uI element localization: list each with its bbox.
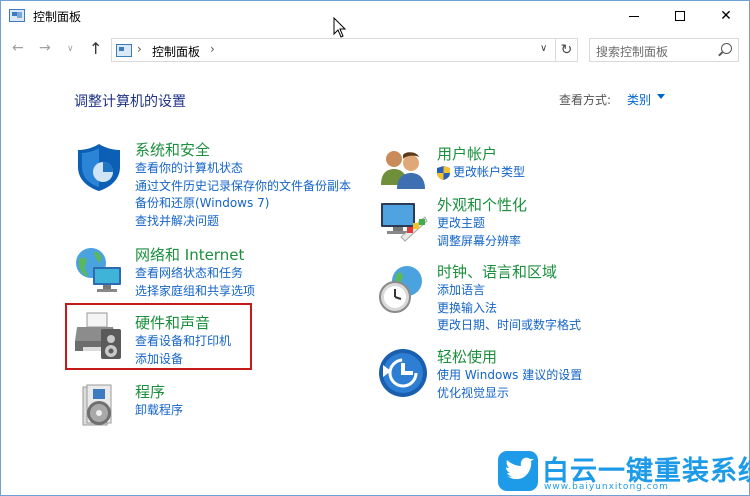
maximize-button[interactable] bbox=[657, 1, 703, 31]
link-item[interactable]: 添加语言 bbox=[437, 282, 581, 300]
title-bar: 控制面板 ✕ bbox=[1, 1, 749, 31]
category-clock-region: 时钟、语言和区域 添加语言 更换输入法 更改日期、时间或数字格式 bbox=[437, 262, 581, 335]
category-appearance: 外观和个性化 更改主题 调整屏幕分辨率 bbox=[437, 195, 527, 250]
breadcrumb-separator-icon[interactable]: › bbox=[137, 42, 142, 56]
monitor-palette-icon[interactable] bbox=[377, 197, 429, 249]
category-title[interactable]: 系统和安全 bbox=[135, 140, 351, 160]
breadcrumb-control-panel[interactable]: 控制面板 bbox=[152, 43, 200, 60]
link-item[interactable]: 备份和还原(Windows 7) bbox=[135, 195, 351, 213]
link-item[interactable]: 更换输入法 bbox=[437, 300, 581, 318]
link-item[interactable]: 更改日期、时间或数字格式 bbox=[437, 317, 581, 335]
breadcrumb-separator-icon[interactable]: › bbox=[210, 42, 215, 56]
navigation-bar: ← → ∨ ↑ › 控制面板 › ∨ ↻ 搜索控制面板 bbox=[1, 35, 749, 65]
watermark: 白云一键重装系统 www.baiyunxitong.com bbox=[498, 449, 750, 496]
link-item[interactable]: 查看网络状态和任务 bbox=[135, 265, 255, 283]
close-icon: ✕ bbox=[720, 8, 732, 24]
category-network-internet: 网络和 Internet 查看网络状态和任务 选择家庭组和共享选项 bbox=[135, 245, 255, 300]
category-title[interactable]: 轻松使用 bbox=[437, 347, 582, 367]
link-text[interactable]: 更改帐户类型 bbox=[453, 165, 525, 179]
shield-icon[interactable] bbox=[73, 141, 125, 193]
category-title[interactable]: 网络和 Internet bbox=[135, 245, 255, 265]
back-arrow-icon[interactable]: ← bbox=[12, 40, 24, 56]
category-title[interactable]: 外观和个性化 bbox=[437, 195, 527, 215]
chevron-down-icon[interactable] bbox=[657, 94, 665, 99]
up-arrow-icon[interactable]: ↑ bbox=[89, 39, 102, 58]
link-item[interactable]: 查找并解决问题 bbox=[135, 213, 351, 231]
mouse-cursor-icon bbox=[333, 17, 347, 38]
network-globe-icon[interactable] bbox=[73, 245, 125, 297]
watermark-url: www.baiyunxitong.com bbox=[544, 482, 669, 492]
window-title: 控制面板 bbox=[33, 10, 82, 24]
page-title: 调整计算机的设置 bbox=[74, 94, 186, 110]
clock-globe-icon[interactable] bbox=[377, 263, 429, 315]
link-item[interactable]: 调整屏幕分辨率 bbox=[437, 233, 527, 251]
bird-logo-icon bbox=[498, 451, 538, 491]
recent-locations-icon[interactable]: ∨ bbox=[67, 44, 74, 54]
search-icon[interactable] bbox=[721, 43, 732, 54]
view-by-dropdown[interactable]: 类别 bbox=[627, 91, 651, 108]
link-item[interactable]: 优化视觉显示 bbox=[437, 385, 582, 403]
category-user-accounts: 用户帐户 更改帐户类型 bbox=[437, 144, 525, 182]
link-item[interactable]: 更改帐户类型 bbox=[437, 164, 525, 182]
view-by-label: 查看方式: bbox=[559, 93, 612, 107]
minimize-button[interactable] bbox=[611, 1, 657, 31]
control-panel-small-icon bbox=[116, 44, 132, 57]
link-item[interactable]: 通过文件历史记录保存你的文件备份副本 bbox=[135, 178, 351, 196]
programs-disc-icon[interactable] bbox=[75, 381, 127, 433]
address-dropdown-icon[interactable]: ∨ bbox=[540, 43, 547, 54]
refresh-button[interactable]: ↻ bbox=[556, 38, 578, 62]
link-item[interactable]: 查看你的计算机状态 bbox=[135, 160, 351, 178]
control-panel-icon bbox=[9, 9, 25, 22]
category-programs: 程序 卸载程序 bbox=[135, 382, 183, 420]
search-input[interactable]: 搜索控制面板 bbox=[589, 38, 739, 62]
highlight-annotation bbox=[65, 303, 252, 370]
close-button[interactable]: ✕ bbox=[703, 1, 749, 31]
category-system-security: 系统和安全 查看你的计算机状态 通过文件历史记录保存你的文件备份副本 备份和还原… bbox=[135, 140, 351, 230]
control-panel-window: 控制面板 ✕ ← → ∨ ↑ › 控制面板 › ∨ ↻ 搜索控制面板 调整计算机… bbox=[0, 0, 750, 496]
link-item[interactable]: 更改主题 bbox=[437, 215, 527, 233]
minimize-icon bbox=[629, 15, 639, 17]
category-ease-of-access: 轻松使用 使用 Windows 建议的设置 优化视觉显示 bbox=[437, 347, 582, 402]
maximize-icon bbox=[675, 11, 685, 21]
uac-shield-icon bbox=[437, 166, 450, 180]
address-bar[interactable]: › 控制面板 › ∨ bbox=[111, 38, 556, 62]
link-item[interactable]: 使用 Windows 建议的设置 bbox=[437, 367, 582, 385]
category-title[interactable]: 用户帐户 bbox=[437, 144, 525, 164]
refresh-icon: ↻ bbox=[560, 42, 573, 58]
link-item[interactable]: 选择家庭组和共享选项 bbox=[135, 283, 255, 301]
category-title[interactable]: 时钟、语言和区域 bbox=[437, 262, 581, 282]
forward-arrow-icon[interactable]: → bbox=[39, 40, 51, 56]
users-icon[interactable] bbox=[377, 145, 429, 197]
ease-of-access-icon[interactable] bbox=[377, 347, 429, 399]
category-title[interactable]: 程序 bbox=[135, 382, 183, 402]
link-item[interactable]: 卸载程序 bbox=[135, 402, 183, 420]
search-placeholder: 搜索控制面板 bbox=[596, 45, 669, 59]
